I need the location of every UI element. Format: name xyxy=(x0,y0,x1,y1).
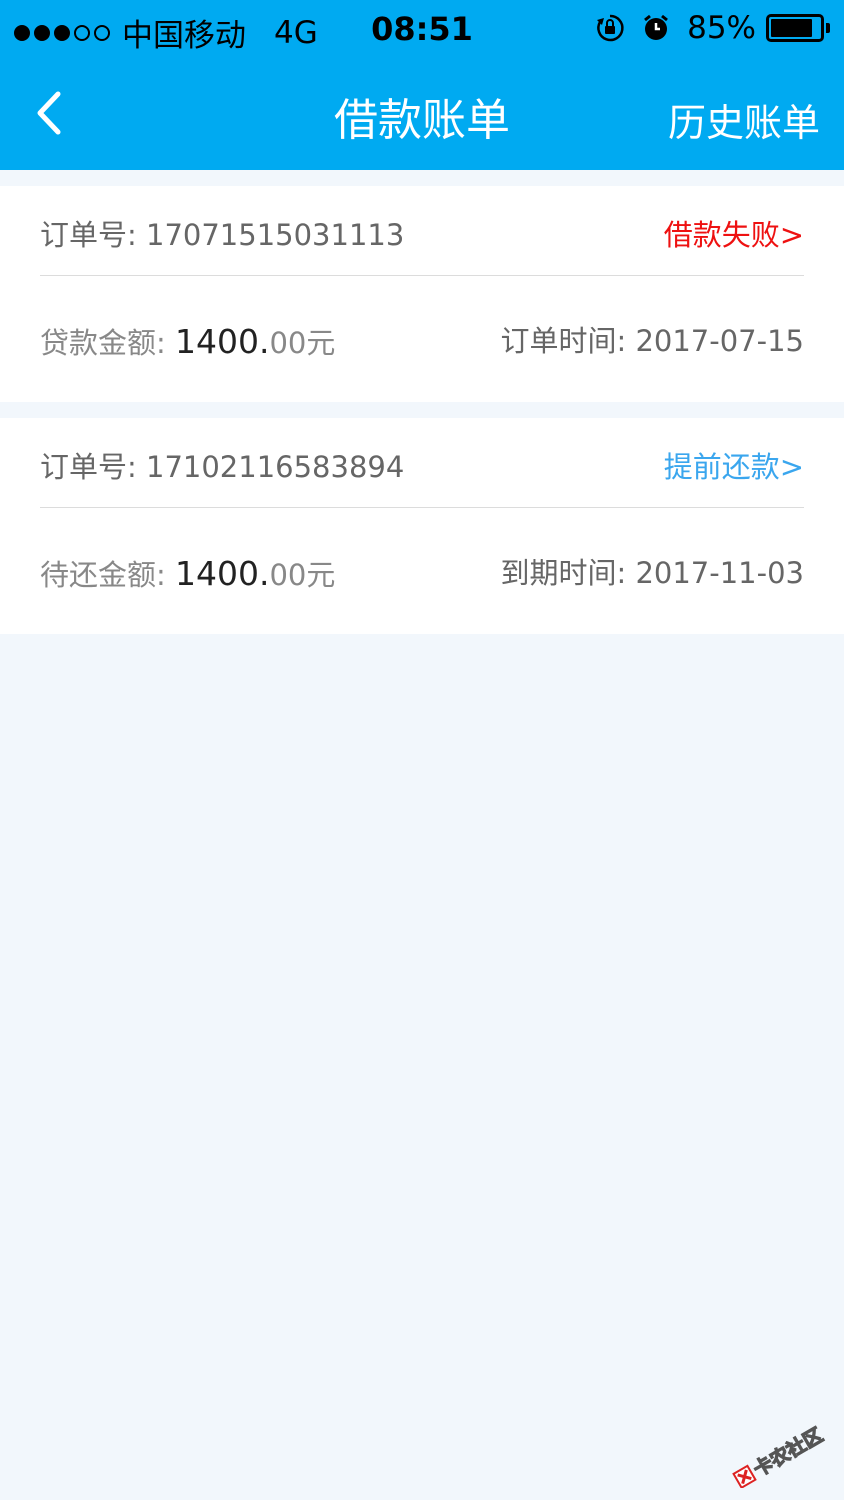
loan-amount: 贷款金额: 1400.00元 xyxy=(40,322,336,361)
order-number: 订单号: 17102116583894 xyxy=(40,450,405,484)
watermark-icon xyxy=(732,1464,757,1490)
watermark-logo: 卡农社区 xyxy=(726,1418,836,1490)
order-date: 订单时间: 2017-07-15 xyxy=(500,324,804,358)
status-bar: 中国移动 4G 08:51 85% xyxy=(0,0,844,58)
repay-amount: 待还金额: 1400.00元 xyxy=(40,554,336,593)
svg-text:卡农社区: 卡农社区 xyxy=(749,1423,826,1481)
battery-icon xyxy=(766,14,830,42)
app-header: 中国移动 4G 08:51 85% 借款账单 历史账单 xyxy=(0,0,844,170)
rotation-lock-icon xyxy=(595,13,625,43)
history-bills-button[interactable]: 历史账单 xyxy=(668,92,820,147)
bill-card[interactable]: 订单号: 17071515031113 借款失败> 贷款金额: 1400.00元… xyxy=(0,186,844,402)
alarm-clock-icon xyxy=(641,13,671,43)
early-repayment-link[interactable]: 提前还款> xyxy=(664,444,804,486)
order-number: 订单号: 17071515031113 xyxy=(40,218,405,252)
loan-failed-link[interactable]: 借款失败> xyxy=(664,212,804,254)
battery-percentage: 85% xyxy=(687,10,756,46)
due-date: 到期时间: 2017-11-03 xyxy=(500,556,804,590)
bill-card[interactable]: 订单号: 17102116583894 提前还款> 待还金额: 1400.00元… xyxy=(0,418,844,634)
